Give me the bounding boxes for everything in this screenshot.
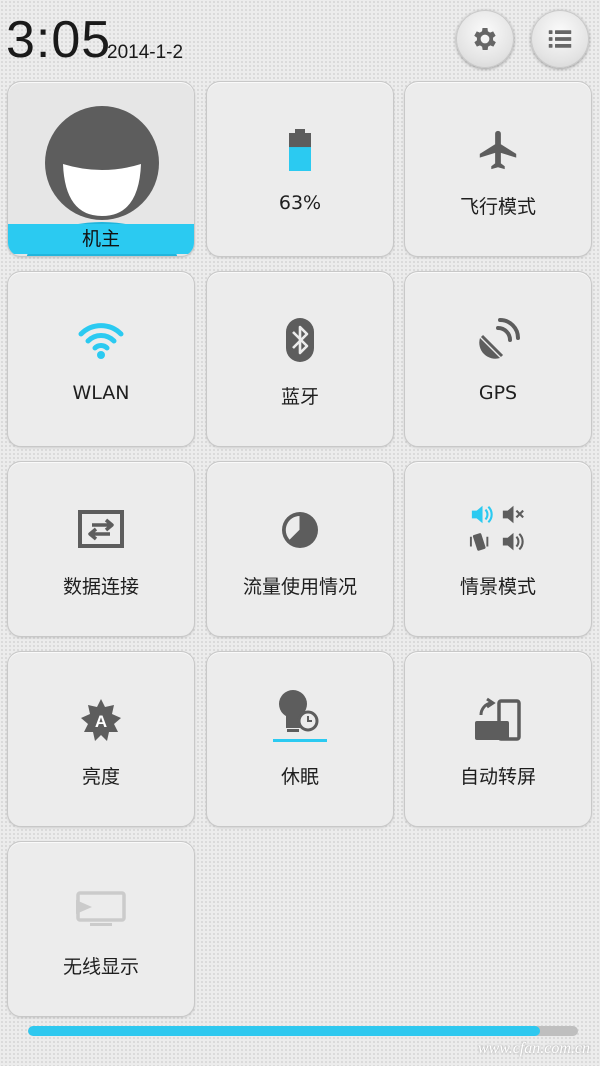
wireless-display-label: 无线显示 [62,956,139,978]
tile-gps[interactable]: GPS [404,271,592,447]
tile-wlan[interactable]: WLAN [7,271,195,447]
owner-label: 机主 [8,224,194,254]
gps-label: GPS [478,382,518,404]
tile-brightness[interactable]: A 亮度 [7,651,195,827]
sound-profile-label: 情景模式 [459,576,536,598]
sound-profile-icon [468,502,528,558]
brightness-icon: A [71,692,131,748]
tile-wireless-display[interactable]: 无线显示 [7,841,195,1017]
progress-bar [28,1026,578,1036]
wlan-label: WLAN [72,382,130,404]
progress-fill [28,1026,540,1036]
tile-battery[interactable]: 63% [206,81,394,257]
battery-icon [270,122,330,178]
auto-rotate-label: 自动转屏 [459,766,536,788]
battery-label: 63% [278,192,322,214]
data-transfer-icon [71,502,131,558]
gps-icon [468,312,528,368]
date: 2014-1-2 [107,42,184,63]
tile-data-connection[interactable]: 数据连接 [7,461,195,637]
avatar-icon [45,106,159,220]
clock: 3:05 [6,11,112,69]
sleep-icon [270,684,330,748]
tile-airplane-mode[interactable]: 飞行模式 [404,81,592,257]
airplane-label: 飞行模式 [459,196,536,218]
menu-button[interactable] [531,10,589,68]
brightness-label: 亮度 [81,766,120,788]
data-connection-label: 数据连接 [62,576,139,598]
tile-sound-profile[interactable]: 情景模式 [404,461,592,637]
bluetooth-icon [270,312,330,368]
airplane-icon [468,122,528,178]
svg-text:A: A [95,712,107,731]
tile-auto-rotate[interactable]: 自动转屏 [404,651,592,827]
tile-owner[interactable]: 机主 [7,81,195,257]
data-usage-icon [270,502,330,558]
sleep-label: 休眠 [280,766,319,788]
wireless-display-icon [71,882,131,938]
bluetooth-label: 蓝牙 [280,386,319,408]
screen-rotate-icon [468,692,528,748]
list-icon [548,30,572,48]
data-usage-label: 流量使用情况 [242,576,357,598]
tile-data-usage[interactable]: 流量使用情况 [206,461,394,637]
tile-bluetooth[interactable]: 蓝牙 [206,271,394,447]
settings-button[interactable] [456,10,514,68]
wifi-icon [71,312,131,368]
tile-sleep[interactable]: 休眠 [206,651,394,827]
gear-icon [474,28,496,50]
watermark: www.cfan.com.cn [477,1040,590,1057]
